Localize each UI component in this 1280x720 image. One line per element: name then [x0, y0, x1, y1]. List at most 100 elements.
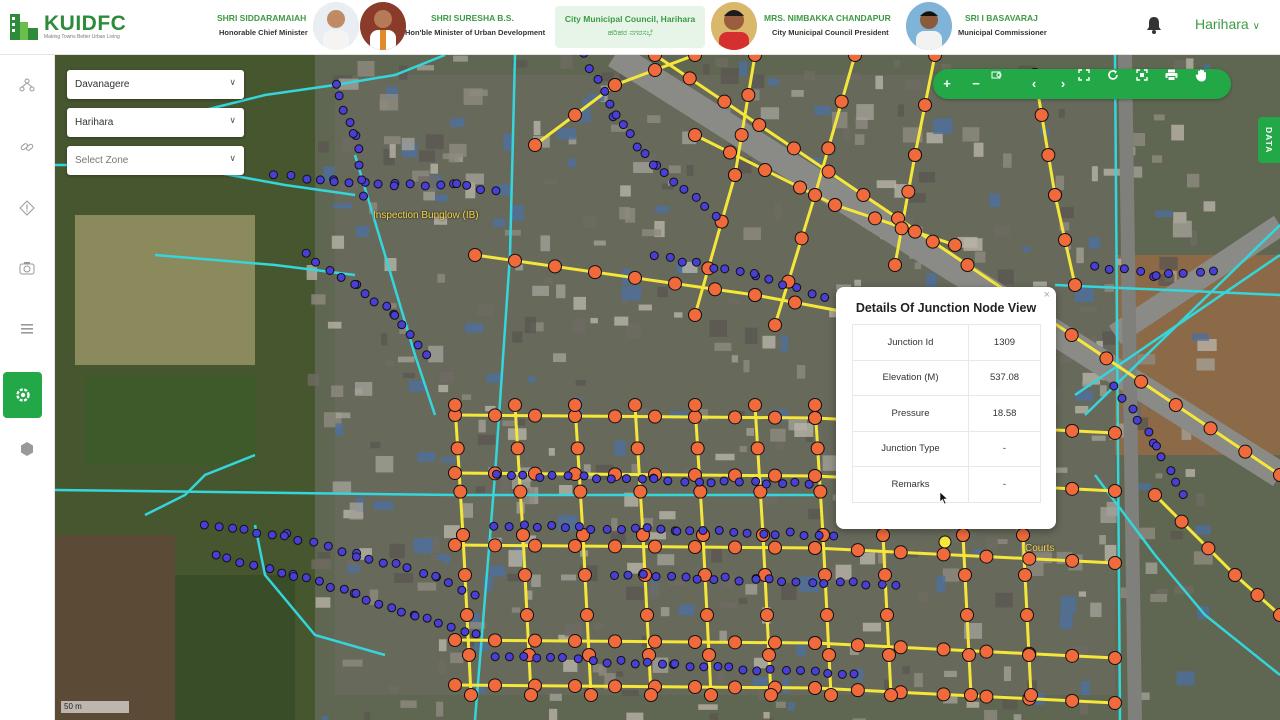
service-node[interactable]: [311, 257, 321, 267]
service-node[interactable]: [519, 520, 529, 530]
service-node[interactable]: [344, 178, 354, 188]
service-node[interactable]: [642, 657, 652, 667]
junction-node[interactable]: [528, 538, 542, 553]
junction-node[interactable]: [728, 168, 742, 182]
service-node[interactable]: [751, 476, 761, 486]
junction-node[interactable]: [608, 539, 622, 554]
junction-node[interactable]: [528, 633, 542, 648]
junction-node[interactable]: [918, 98, 932, 112]
junction-node[interactable]: [880, 608, 894, 622]
service-node[interactable]: [819, 579, 829, 589]
service-node[interactable]: [1119, 264, 1129, 274]
list-icon[interactable]: [15, 321, 39, 345]
service-node[interactable]: [396, 607, 406, 617]
service-node[interactable]: [1136, 266, 1146, 276]
junction-node[interactable]: [584, 688, 598, 702]
service-node[interactable]: [506, 471, 516, 481]
service-node[interactable]: [443, 578, 453, 588]
junction-node[interactable]: [768, 318, 782, 332]
service-node[interactable]: [709, 575, 719, 585]
junction-node[interactable]: [808, 188, 822, 202]
service-node[interactable]: [584, 64, 594, 74]
city-selector-dropdown[interactable]: Harihara ∨: [1195, 16, 1260, 32]
service-node[interactable]: [268, 170, 278, 180]
junction-node[interactable]: [808, 681, 822, 695]
junction-node[interactable]: [1065, 481, 1080, 496]
service-node[interactable]: [235, 558, 245, 568]
service-node[interactable]: [785, 527, 795, 537]
service-node[interactable]: [1132, 415, 1142, 425]
service-node[interactable]: [623, 570, 633, 580]
junction-node[interactable]: [1065, 423, 1080, 438]
service-node[interactable]: [391, 558, 401, 568]
service-node[interactable]: [791, 577, 801, 587]
junction-node[interactable]: [960, 608, 974, 622]
service-node[interactable]: [1163, 269, 1173, 279]
junction-node[interactable]: [979, 689, 994, 704]
service-node[interactable]: [609, 570, 619, 580]
service-node[interactable]: [659, 168, 669, 178]
junction-node[interactable]: [758, 163, 772, 177]
service-node[interactable]: [557, 653, 567, 663]
service-node[interactable]: [361, 595, 371, 605]
service-node[interactable]: [279, 531, 289, 541]
junction-node[interactable]: [728, 635, 742, 650]
junction-node[interactable]: [1228, 568, 1242, 582]
service-node[interactable]: [657, 659, 667, 669]
service-node[interactable]: [338, 105, 348, 115]
junction-node[interactable]: [908, 224, 922, 239]
junction-node[interactable]: [786, 141, 801, 156]
service-node[interactable]: [820, 292, 830, 302]
junction-node[interactable]: [979, 644, 994, 659]
junction-node[interactable]: [882, 648, 896, 662]
service-node[interactable]: [724, 662, 734, 672]
junction-node[interactable]: [1148, 488, 1162, 502]
service-node[interactable]: [765, 664, 775, 674]
junction-node[interactable]: [768, 540, 782, 555]
service-node[interactable]: [810, 666, 820, 676]
junction-node[interactable]: [708, 282, 722, 297]
service-node[interactable]: [777, 577, 787, 587]
service-node[interactable]: [681, 572, 691, 582]
close-icon[interactable]: ×: [1044, 289, 1050, 301]
service-node[interactable]: [329, 177, 339, 187]
junction-node[interactable]: [810, 441, 825, 456]
service-node[interactable]: [663, 476, 673, 486]
settings-gear-button[interactable]: [3, 372, 42, 418]
service-node[interactable]: [419, 569, 429, 579]
junction-node[interactable]: [824, 688, 838, 702]
service-node[interactable]: [402, 563, 412, 573]
junction-node[interactable]: [962, 648, 976, 662]
service-node[interactable]: [651, 571, 661, 581]
junction-node[interactable]: [1068, 278, 1082, 292]
junction-node[interactable]: [608, 679, 622, 694]
service-node[interactable]: [378, 558, 388, 568]
service-node[interactable]: [770, 530, 780, 540]
service-node[interactable]: [354, 144, 364, 154]
refresh-button[interactable]: [1107, 69, 1135, 99]
junction-node[interactable]: [1134, 374, 1149, 389]
service-node[interactable]: [457, 585, 467, 595]
service-node[interactable]: [222, 553, 232, 563]
junction-node[interactable]: [960, 258, 975, 272]
junction-node[interactable]: [1065, 648, 1080, 663]
full-extent-button[interactable]: [1078, 69, 1106, 99]
service-node[interactable]: [713, 661, 723, 671]
service-node[interactable]: [829, 531, 839, 541]
service-node[interactable]: [600, 86, 610, 96]
alert-diamond-icon[interactable]: [15, 200, 39, 224]
junction-node[interactable]: [948, 238, 962, 252]
junction-node[interactable]: [453, 484, 468, 499]
service-node[interactable]: [588, 656, 598, 666]
service-node[interactable]: [475, 185, 485, 195]
junction-node[interactable]: [821, 164, 836, 179]
service-node[interactable]: [656, 524, 666, 534]
service-node[interactable]: [369, 297, 379, 307]
junction-node[interactable]: [1108, 651, 1122, 665]
junction-node[interactable]: [690, 441, 705, 456]
service-node[interactable]: [452, 179, 462, 189]
service-node[interactable]: [532, 522, 542, 532]
service-node[interactable]: [345, 117, 355, 127]
previous-extent-button[interactable]: ‹: [1020, 69, 1048, 99]
service-node[interactable]: [799, 530, 809, 540]
